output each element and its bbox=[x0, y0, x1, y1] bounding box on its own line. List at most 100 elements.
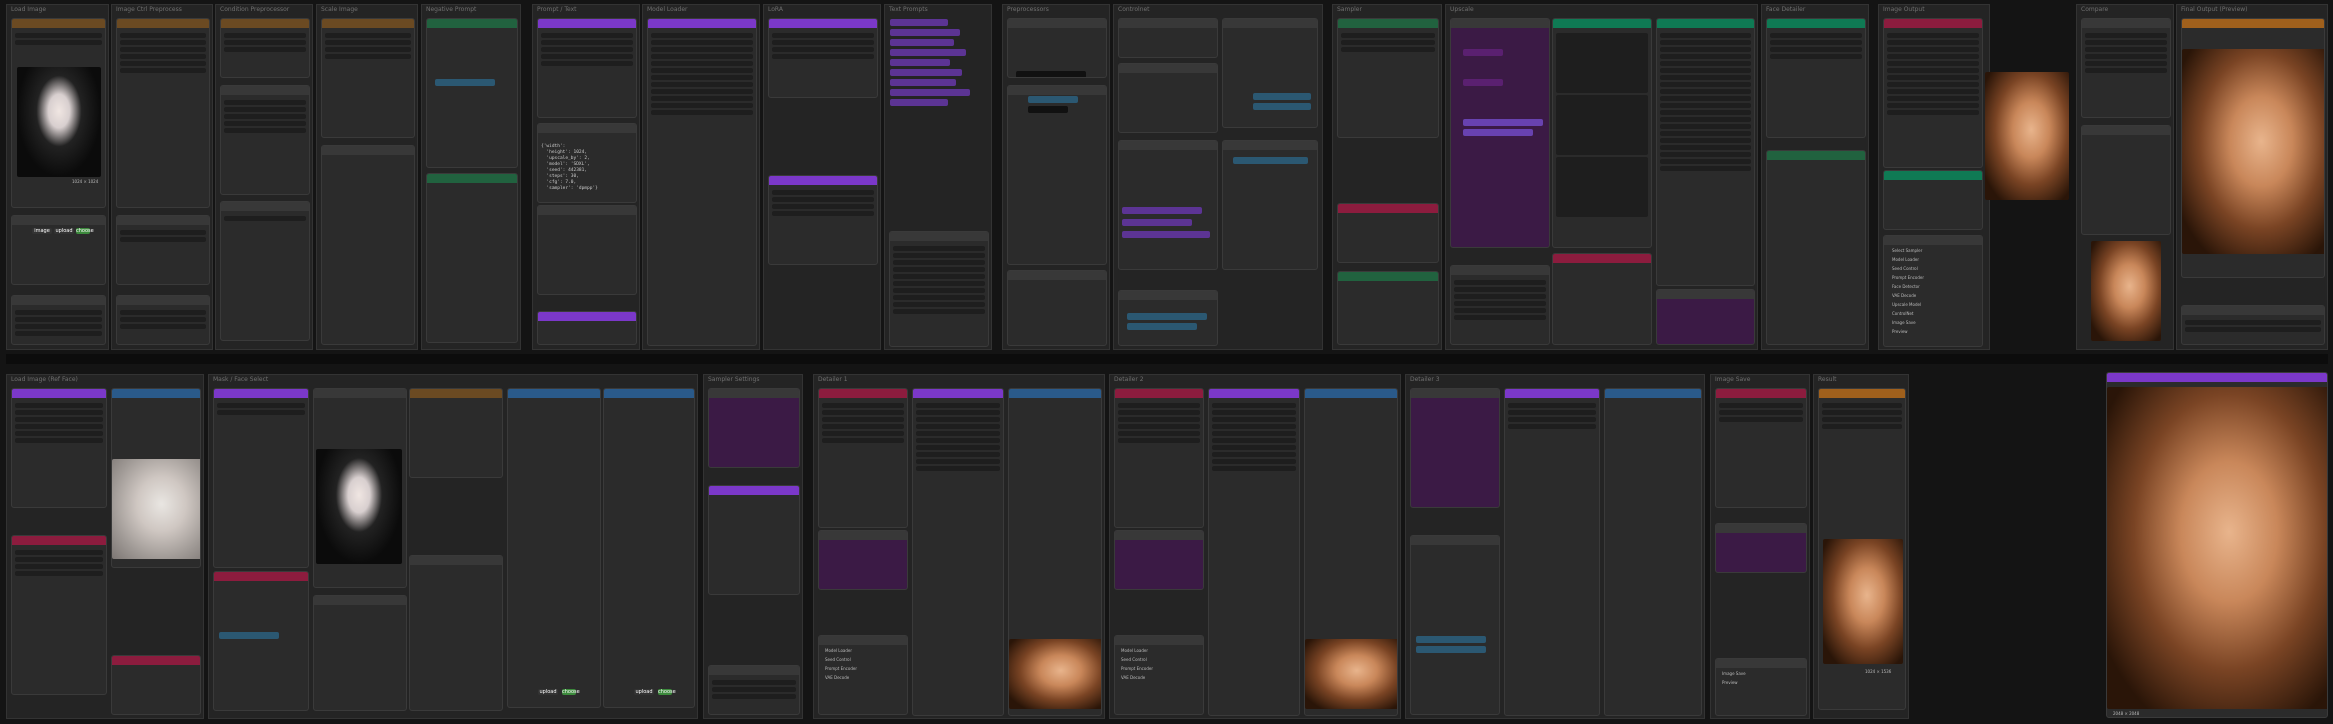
sampler-settings-node-3[interactable] bbox=[708, 665, 800, 715]
prompt-chip[interactable] bbox=[890, 89, 970, 96]
group-detailer-3[interactable]: Detailer 3 bbox=[1405, 374, 1705, 719]
detailer1-preview-node[interactable] bbox=[1008, 388, 1102, 716]
prompt-chip[interactable] bbox=[890, 49, 966, 56]
ref-face-mask-node[interactable] bbox=[11, 535, 107, 695]
scale-output-node[interactable] bbox=[321, 145, 415, 345]
detailer2-result-image[interactable] bbox=[1305, 639, 1397, 709]
sampler-settings-node[interactable] bbox=[708, 388, 800, 468]
prompt-text-bar[interactable] bbox=[435, 79, 495, 86]
detailer2-mask-node[interactable] bbox=[1114, 530, 1204, 590]
detailer1-list-node[interactable]: Model Loader Seed Control Prompt Encoder… bbox=[818, 635, 908, 715]
detailer2-node[interactable] bbox=[1114, 388, 1204, 528]
prompt-chip[interactable] bbox=[1122, 219, 1192, 226]
sampler-node-3[interactable] bbox=[1337, 271, 1439, 345]
sampler-node[interactable] bbox=[1337, 18, 1439, 138]
model-loader-node[interactable] bbox=[647, 18, 757, 346]
group-scale-image[interactable]: Scale Image bbox=[316, 4, 418, 350]
scale-node[interactable] bbox=[321, 18, 415, 138]
value-field[interactable] bbox=[1016, 71, 1086, 77]
sampler-node-2[interactable] bbox=[1337, 203, 1439, 263]
prompt-chip[interactable] bbox=[1122, 231, 1210, 238]
controlnet-apply-node[interactable] bbox=[1118, 18, 1218, 58]
upscale-node[interactable] bbox=[1450, 18, 1550, 248]
value-field[interactable] bbox=[1416, 636, 1486, 643]
upscale-mask-node[interactable] bbox=[1552, 253, 1652, 345]
detailer2-list-node[interactable]: Model Loader Seed Control Prompt Encoder… bbox=[1114, 635, 1204, 715]
output-list-node[interactable]: Select Sampler Model Loader Seed Control… bbox=[1883, 235, 1983, 347]
group-image-output[interactable]: Image Output Select Sampler Model Loader… bbox=[1878, 4, 1990, 350]
prompt-chip[interactable] bbox=[890, 79, 956, 86]
final-preview-node[interactable]: 2048 × 2048 bbox=[2106, 372, 2328, 718]
ref-face-image-node[interactable] bbox=[111, 388, 201, 568]
condition-output-node[interactable] bbox=[220, 201, 310, 341]
list-item[interactable]: VAE Decode bbox=[825, 675, 849, 680]
group-upscale[interactable]: Upscale bbox=[1445, 4, 1758, 350]
group-detailer-1[interactable]: Detailer 1 Model Loader Seed Control Pro… bbox=[813, 374, 1105, 719]
mask-preview-node[interactable] bbox=[313, 388, 407, 588]
list-item[interactable]: Upscale Model bbox=[1892, 302, 1921, 307]
upscale-settings-node[interactable] bbox=[1656, 18, 1755, 286]
image-button[interactable]: image bbox=[32, 228, 52, 234]
detailer3-preview-node[interactable] bbox=[1604, 388, 1702, 716]
choose-button[interactable]: choose bbox=[658, 689, 676, 695]
mask-select-node-2[interactable] bbox=[213, 571, 309, 711]
upscale-model-node[interactable] bbox=[1552, 18, 1652, 248]
list-item[interactable]: Face Detector bbox=[1892, 284, 1920, 289]
list-item[interactable]: ControlNet bbox=[1892, 311, 1913, 316]
prompt-chip[interactable] bbox=[890, 29, 960, 36]
group-prompt-text[interactable]: Prompt / Text {'width': 'height': 1024, … bbox=[532, 4, 640, 350]
lora-node-2[interactable] bbox=[768, 175, 878, 265]
controlnet-loader-node[interactable] bbox=[1118, 63, 1218, 133]
group-load-image[interactable]: Load Image 1024 × 1024 image upload choo… bbox=[6, 4, 109, 350]
value-field[interactable] bbox=[1233, 157, 1308, 164]
list-item[interactable]: Prompt Encoder bbox=[825, 666, 857, 671]
save-list-node[interactable]: Image Save Preview bbox=[1715, 658, 1807, 716]
face-detailer-node[interactable] bbox=[1766, 18, 1866, 138]
list-item[interactable]: Model Loader bbox=[1892, 257, 1919, 262]
mask-extra-node-2[interactable] bbox=[409, 555, 503, 711]
result-node[interactable]: 1024 × 1536 bbox=[1818, 388, 1906, 710]
prompt-chip[interactable] bbox=[1463, 49, 1503, 56]
group-ref-face[interactable]: Load Image (Ref Face) bbox=[6, 374, 204, 719]
mask-portrait-image[interactable] bbox=[316, 449, 402, 564]
strength-field[interactable] bbox=[1253, 103, 1311, 110]
prompt-chip[interactable] bbox=[1122, 207, 1202, 214]
detailer3-node[interactable] bbox=[1410, 388, 1500, 508]
prompt-text-node-2[interactable] bbox=[537, 311, 637, 345]
list-item[interactable]: Prompt Encoder bbox=[1892, 275, 1924, 280]
list-item[interactable]: Seed Control bbox=[1892, 266, 1918, 271]
detailer1-node[interactable] bbox=[818, 388, 908, 528]
mask-select-node[interactable] bbox=[213, 388, 309, 568]
group-preprocessors[interactable]: Preprocessors bbox=[1002, 4, 1110, 350]
prompt-chip[interactable] bbox=[890, 69, 962, 76]
negative-prompt-node-2[interactable] bbox=[426, 173, 518, 343]
compare-node-2[interactable] bbox=[2081, 125, 2171, 235]
prompt-text-node[interactable] bbox=[537, 18, 637, 118]
controlnet-out-node[interactable] bbox=[1118, 290, 1218, 346]
upscale-list-node[interactable] bbox=[1450, 265, 1550, 345]
condition-params-node[interactable] bbox=[220, 85, 310, 195]
list-item[interactable]: Image Save bbox=[1722, 671, 1746, 676]
value-field[interactable] bbox=[1127, 313, 1207, 320]
text-list-node[interactable] bbox=[889, 231, 989, 347]
prompt-chip[interactable] bbox=[890, 19, 948, 26]
compare-node[interactable] bbox=[2081, 18, 2171, 118]
show-text-node[interactable]: {'width': 'height': 1024, 'upscale_by': … bbox=[537, 123, 637, 203]
upload-button[interactable]: upload bbox=[538, 689, 558, 695]
group-model-loader[interactable]: Model Loader bbox=[642, 4, 760, 350]
group-negative-prompt[interactable]: Negative Prompt bbox=[421, 4, 521, 350]
list-item[interactable]: Seed Control bbox=[1121, 657, 1147, 662]
upload-button[interactable]: upload bbox=[54, 228, 74, 234]
group-final-output[interactable]: Final Output (Preview) bbox=[2176, 4, 2328, 350]
list-item[interactable]: Preview bbox=[1722, 680, 1738, 685]
ref-face-sketch-image[interactable] bbox=[112, 459, 200, 559]
detailer2-preview-node[interactable] bbox=[1304, 388, 1398, 716]
value-field[interactable] bbox=[1028, 106, 1068, 113]
group-sampler-settings[interactable]: Sampler Settings bbox=[703, 374, 803, 719]
negative-prompt-node[interactable] bbox=[426, 18, 518, 168]
group-sampler[interactable]: Sampler bbox=[1332, 4, 1442, 350]
prompt-chip[interactable] bbox=[1463, 79, 1503, 86]
group-image-ctrl[interactable]: Image Ctrl Preprocess bbox=[111, 4, 213, 350]
final-large-portrait-image[interactable] bbox=[2107, 387, 2327, 709]
condition-node[interactable] bbox=[220, 18, 310, 78]
